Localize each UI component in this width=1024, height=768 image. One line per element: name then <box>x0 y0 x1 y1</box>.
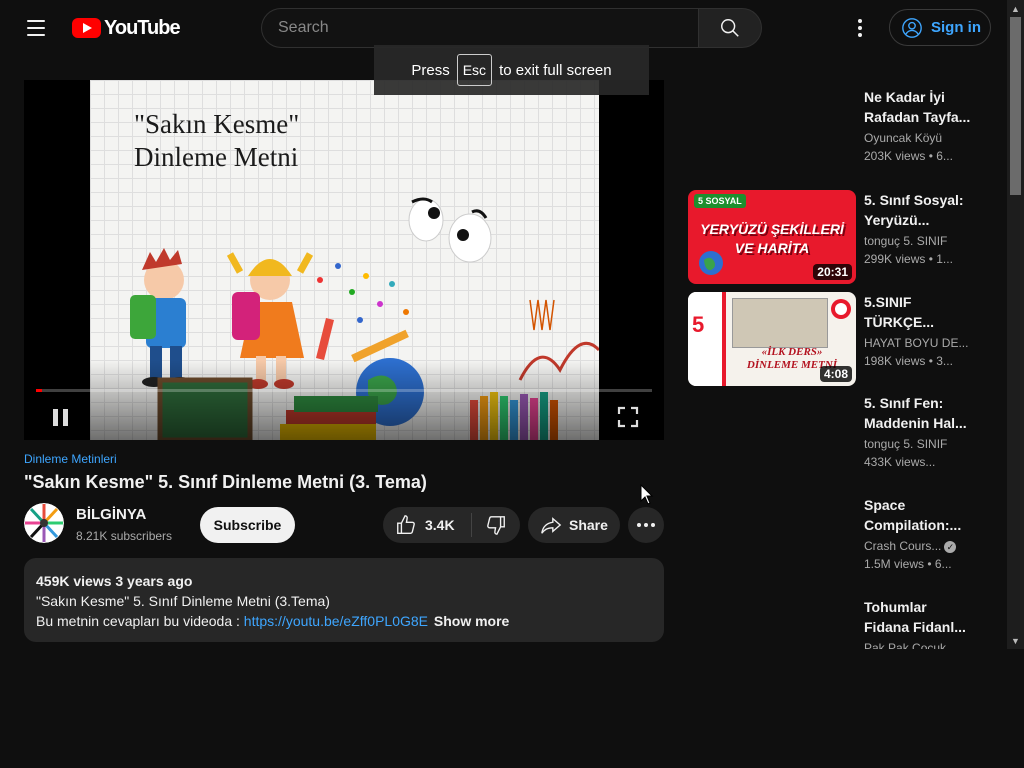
show-more-button[interactable]: Show more <box>434 613 509 629</box>
rec-title-line2: TÜRKÇE... <box>864 314 934 330</box>
like-button[interactable]: 3.4K <box>383 507 471 543</box>
rec-thumbnail: 5 SOSYAL YERYÜZÜ ŞEKİLLERİ VE HARİTA 20:… <box>688 190 856 284</box>
toast-press-text: Press <box>411 61 450 79</box>
rec-channel-name: Crash Cours... <box>864 539 942 553</box>
globe-icon <box>699 251 723 275</box>
progress-fill <box>36 389 43 392</box>
rec-channel: tonguç 5. SINIF <box>864 234 948 248</box>
search-icon <box>721 19 739 37</box>
youtube-play-logo-icon <box>72 18 101 38</box>
mouse-pointer-icon <box>640 484 654 505</box>
page-scrollbar[interactable]: ▲ ▼ <box>1007 0 1024 649</box>
recommendation-item[interactable]: 5. Sınıf Fen: Maddenin Hal... tonguç 5. … <box>688 393 988 487</box>
logo-text: YouTube <box>104 16 181 39</box>
rec-channel: tonguç 5. SINIF <box>864 437 948 451</box>
rec-title-line1: 5. Sınıf Fen: <box>864 395 944 411</box>
video-tag-link[interactable]: Dinleme Metinleri <box>24 452 117 466</box>
thumb-caption-line1: «İLK DERS» <box>761 346 823 358</box>
rec-title: 5.SINIF TÜRKÇE... <box>864 292 974 332</box>
rec-title-line2: Rafadan Tayfa... <box>864 109 971 125</box>
sign-in-button[interactable]: Sign in <box>889 9 991 46</box>
recommendation-item[interactable]: Ne Kadar İyi Rafadan Tayfa... Oyuncak Kö… <box>688 87 988 181</box>
rec-title-line2: Fidana Fidanl... <box>864 619 966 635</box>
thumb-side-band: 5 <box>688 292 726 386</box>
channel-subscriber-count: 8.21K subscribers <box>76 529 173 543</box>
rec-title: Space Compilation:... <box>864 495 974 535</box>
rec-channel: Pak Pak Çocuk <box>864 641 947 649</box>
rec-title: Tohumlar Fidana Fidanl... <box>864 597 974 637</box>
thumb-side-number: 5 <box>692 312 705 337</box>
description-box[interactable]: 459K views 3 years ago "Sakın Kesme" 5. … <box>24 558 664 642</box>
fullscreen-exit-toast: Press Esc to exit full screen <box>374 45 649 95</box>
scrollbar-thumb[interactable] <box>1010 17 1021 195</box>
rec-title-line2: Maddenin Hal... <box>864 415 967 431</box>
rec-title: 5. Sınıf Sosyal: Yeryüzü... <box>864 190 974 230</box>
description-line2: Bu metnin cevapları bu videoda : https:/… <box>36 611 652 631</box>
video-player[interactable]: "Sakın Kesme" Dinleme Metni <box>24 80 664 440</box>
dislike-button[interactable] <box>472 507 520 543</box>
rec-channel: Oyuncak Köyü <box>864 131 943 145</box>
recommendation-item[interactable]: Space Compilation:... Crash Cours... ✓ 1.… <box>688 495 988 589</box>
description-link[interactable]: https://youtu.be/eZff0PL0G8E <box>244 613 428 629</box>
channel-avatar[interactable] <box>24 503 64 543</box>
thumbs-up-icon <box>397 515 415 534</box>
rec-title-line2: Compilation:... <box>864 517 962 533</box>
rec-title-line1: 5.SINIF <box>864 294 912 310</box>
rec-channel: Crash Cours... ✓ <box>864 539 974 553</box>
toast-esc-key: Esc <box>456 54 493 86</box>
menu-hamburger-icon[interactable] <box>20 12 52 44</box>
rec-views: 198K views • 3... <box>864 354 953 368</box>
sign-in-label: Sign in <box>931 19 981 36</box>
youtube-watch-page: YouTube Sign in "Sakın Kesme" Dinleme Me… <box>0 0 1024 768</box>
video-title: "Sakın Kesme" 5. Sınıf Dinleme Metni (3.… <box>24 472 427 492</box>
rec-duration: 20:31 <box>813 264 852 280</box>
like-count: 3.4K <box>425 517 455 533</box>
thumb-subject-badge: 5 SOSYAL <box>694 194 746 208</box>
recommendation-item[interactable]: 5 «İLK DERS» DİNLEME METNİ 4:08 5.SINIF … <box>688 292 988 386</box>
rec-channel: HAYAT BOYU DE... <box>864 336 969 350</box>
subscribe-button[interactable]: Subscribe <box>200 507 295 543</box>
fullscreen-icon[interactable] <box>616 405 640 429</box>
player-controls-gradient <box>24 360 664 440</box>
scroll-up-arrow-icon[interactable]: ▲ <box>1007 0 1024 17</box>
thumb-caption-line1: YERYÜZÜ ŞEKİLLERİ <box>700 221 844 237</box>
share-icon <box>541 517 562 534</box>
account-circle-icon <box>902 17 922 38</box>
rec-title-line1: Ne Kadar İyi <box>864 89 945 105</box>
verified-check-icon: ✓ <box>944 540 957 553</box>
search-button[interactable] <box>698 8 762 48</box>
rec-views: 299K views • 1... <box>864 252 953 266</box>
share-label: Share <box>569 517 608 533</box>
description-line1: "Sakın Kesme" 5. Sınıf Dinleme Metni (3.… <box>36 593 330 609</box>
rec-title-line1: Space <box>864 497 906 513</box>
channel-name[interactable]: BİLGİNYA <box>76 506 146 523</box>
rec-title: Ne Kadar İyi Rafadan Tayfa... <box>864 87 974 127</box>
thumbs-down-icon <box>487 516 505 535</box>
toast-suffix-text: to exit full screen <box>499 61 612 79</box>
pause-icon[interactable] <box>48 406 72 430</box>
rec-views: 203K views • 6... <box>864 149 953 163</box>
more-actions-icon[interactable] <box>628 507 664 543</box>
rec-title-line1: Tohumlar <box>864 599 927 615</box>
settings-more-vert-icon[interactable] <box>848 16 872 40</box>
youtube-logo[interactable]: YouTube <box>72 16 181 40</box>
rec-views: 433K views... <box>864 455 936 469</box>
rec-views: 1.5M views • 6... <box>864 557 952 571</box>
rec-title-line1: 5. Sınıf Sosyal: <box>864 192 964 208</box>
description-line2-prefix: Bu metnin cevapları bu videoda : <box>36 613 244 629</box>
share-button[interactable]: Share <box>528 507 620 543</box>
like-dislike-group: 3.4K <box>383 507 520 543</box>
medal-icon <box>831 299 851 319</box>
rec-title-line2: Yeryüzü... <box>864 212 930 228</box>
rec-title: 5. Sınıf Fen: Maddenin Hal... <box>864 393 974 433</box>
view-count-and-date: 459K views 3 years ago <box>36 573 193 589</box>
search-input[interactable] <box>261 8 699 48</box>
progress-bar[interactable] <box>36 389 652 392</box>
recommendation-item[interactable]: Tohumlar Fidana Fidanl... Pak Pak Çocuk <box>688 597 988 649</box>
rec-thumbnail: 5 «İLK DERS» DİNLEME METNİ 4:08 <box>688 292 856 386</box>
recommendation-item[interactable]: 5 SOSYAL YERYÜZÜ ŞEKİLLERİ VE HARİTA 20:… <box>688 190 988 284</box>
scroll-down-arrow-icon[interactable]: ▼ <box>1007 632 1024 649</box>
thumb-classroom-image <box>732 298 828 348</box>
rec-duration: 4:08 <box>819 366 852 382</box>
